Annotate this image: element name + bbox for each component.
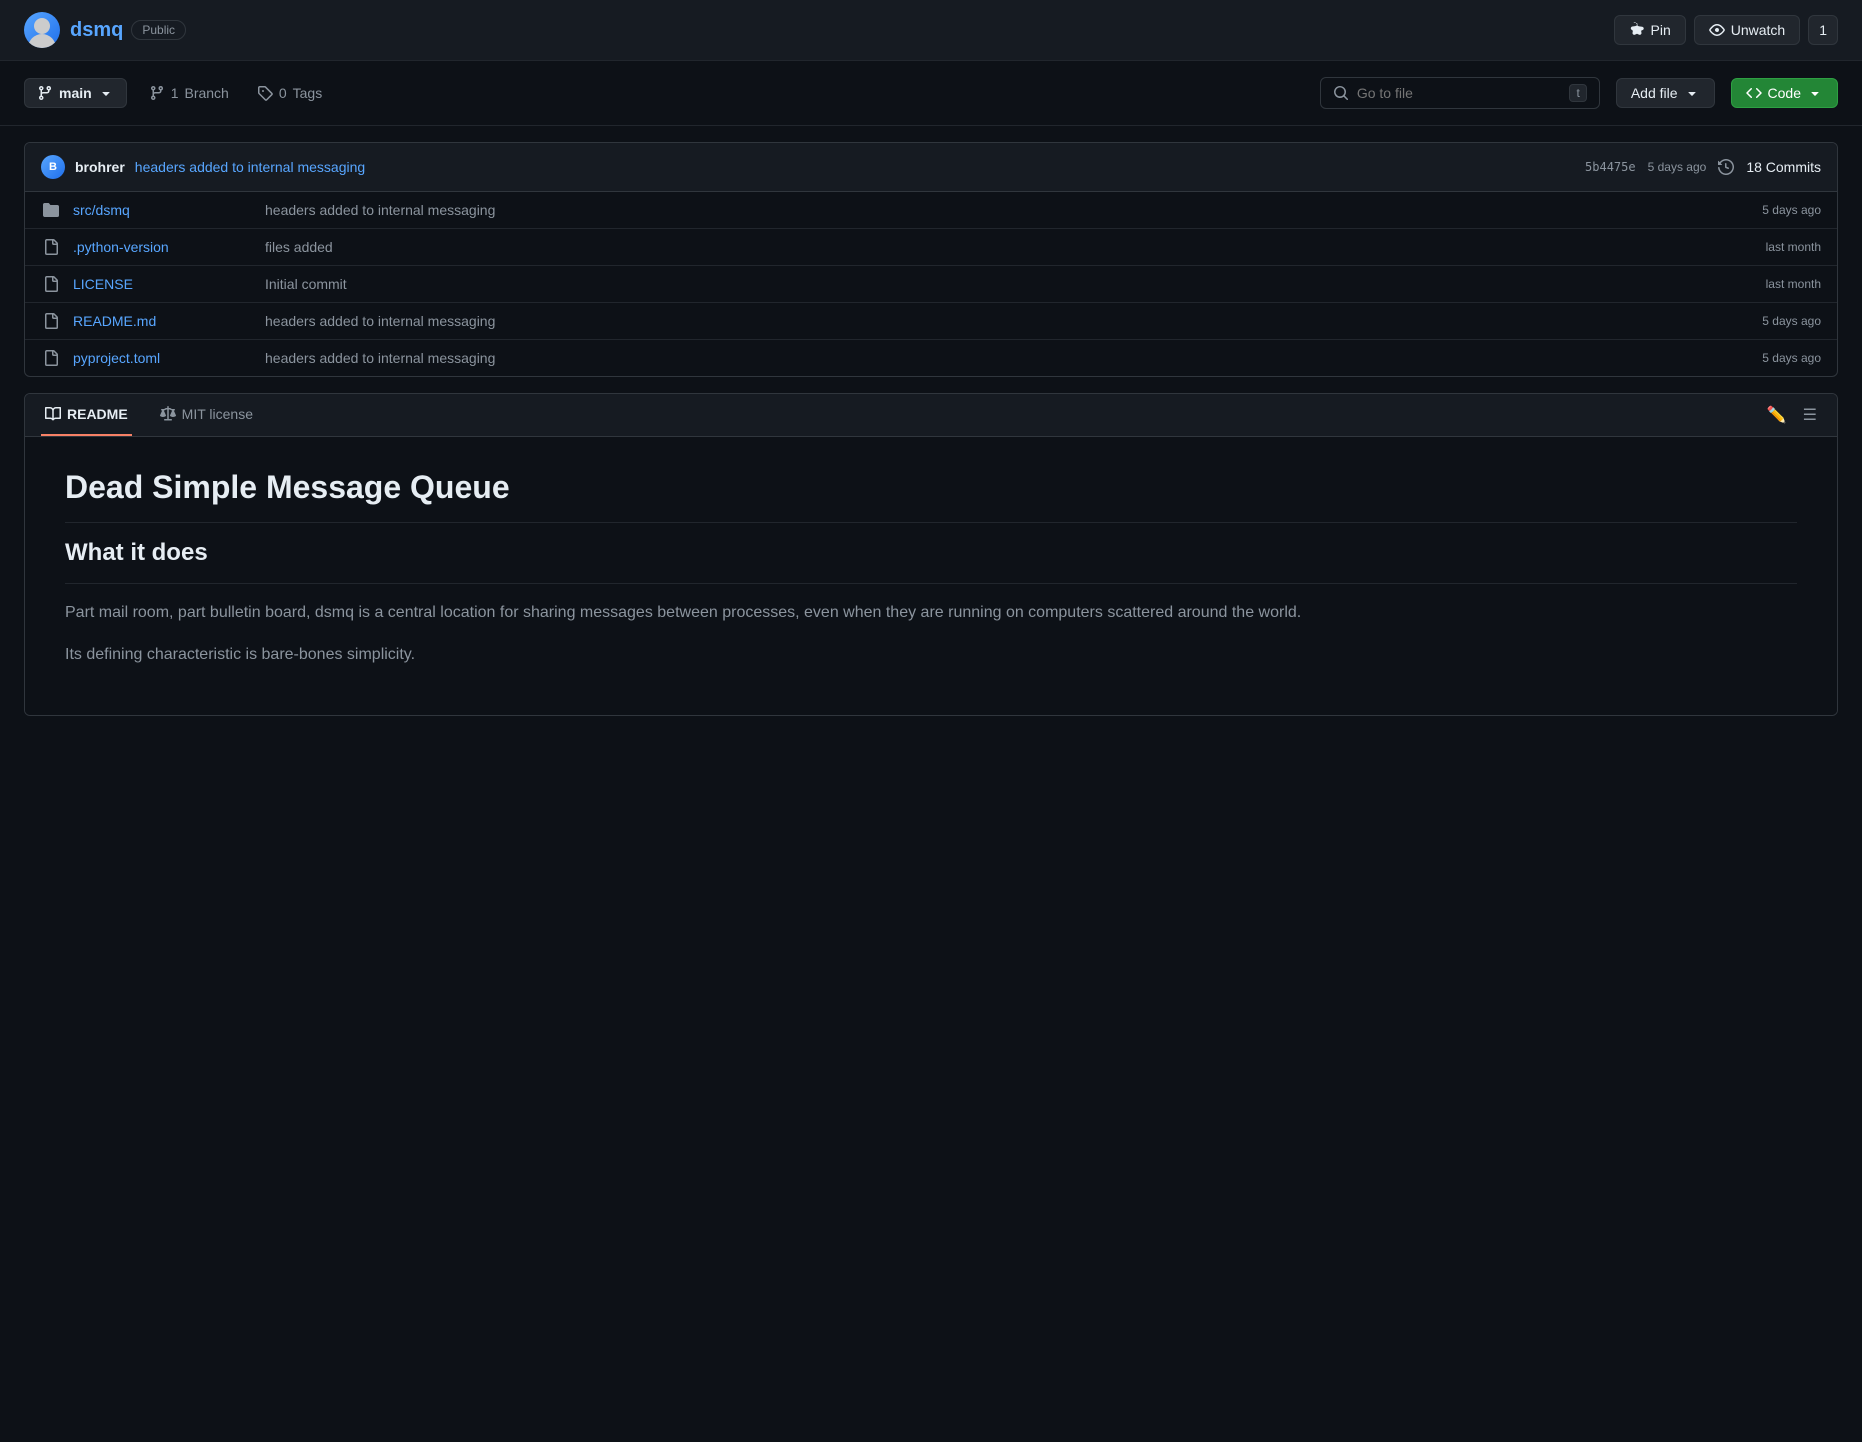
watch-count[interactable]: 1 [1808,15,1838,45]
file-commit-message: files added [265,239,1709,255]
file-icon [41,313,61,329]
file-commit-message: headers added to internal messaging [265,313,1709,329]
readme-description-2: Its defining characteristic is bare-bone… [65,642,1797,668]
mit-license-tab-label: MIT license [182,406,253,422]
readme-tab-label: README [67,406,128,422]
add-file-button[interactable]: Add file [1616,78,1715,108]
readme-divider-1 [65,522,1797,523]
file-name[interactable]: LICENSE [73,276,253,292]
readme-tabs: README MIT license ✏️ ☰ [25,394,1837,437]
tag-icon [257,85,273,101]
search-shortcut: t [1569,84,1586,102]
branches-label: Branch [184,85,228,101]
toolbar: main 1 Branch 0 Tags t Add file [0,61,1862,126]
file-time: 5 days ago [1721,314,1821,328]
branches-link[interactable]: 1 Branch [143,81,235,105]
toc-button[interactable]: ☰ [1799,401,1821,429]
commit-message-link[interactable]: headers added to internal messaging [135,159,365,175]
table-row: .python-version files added last month [25,229,1837,266]
search-bar[interactable]: t [1320,77,1600,109]
file-name[interactable]: README.md [73,313,253,329]
history-icon [1718,159,1734,175]
table-row: README.md headers added to internal mess… [25,303,1837,340]
code-button[interactable]: Code [1731,78,1838,108]
tags-count: 0 [279,85,287,101]
code-label: Code [1768,85,1801,101]
branch-selector[interactable]: main [24,78,127,108]
file-commit-message: Initial commit [265,276,1709,292]
edit-readme-button[interactable]: ✏️ [1763,401,1791,429]
readme-divider-2 [65,583,1797,584]
law-icon [160,406,176,422]
tab-readme[interactable]: README [41,394,132,436]
table-row: LICENSE Initial commit last month [25,266,1837,303]
readme-tab-actions: ✏️ ☰ [1763,401,1821,429]
branches-count: 1 [171,85,179,101]
header-actions: Pin Unwatch 1 [1614,15,1839,45]
pin-icon [1629,22,1645,38]
unwatch-button[interactable]: Unwatch [1694,15,1800,45]
tags-label: Tags [293,85,323,101]
search-input[interactable] [1357,85,1562,101]
unwatch-label: Unwatch [1731,22,1785,38]
folder-icon [41,202,61,218]
pin-label: Pin [1651,22,1671,38]
file-name[interactable]: src/dsmq [73,202,253,218]
file-name[interactable]: pyproject.toml [73,350,253,366]
eye-icon [1709,22,1725,38]
add-file-label: Add file [1631,85,1678,101]
table-row: src/dsmq headers added to internal messa… [25,192,1837,229]
file-time: last month [1721,240,1821,254]
readme-what-it-does-heading: What it does [65,539,1797,567]
search-icon [1333,85,1349,101]
file-table: B brohrer headers added to internal mess… [24,142,1838,377]
commit-author-avatar: B [41,155,65,179]
file-name[interactable]: .python-version [73,239,253,255]
book-icon [45,406,61,422]
table-row: pyproject.toml headers added to internal… [25,340,1837,376]
tab-mit-license[interactable]: MIT license [156,394,257,436]
file-time: 5 days ago [1721,351,1821,365]
commit-header-row: B brohrer headers added to internal mess… [25,143,1837,192]
add-file-chevron-icon [1684,85,1700,101]
readme-section: README MIT license ✏️ ☰ Dead Simple Mess… [24,393,1838,716]
tags-link[interactable]: 0 Tags [251,81,328,105]
branch-icon [37,85,53,101]
commits-count-link[interactable]: 18 Commits [1746,159,1821,175]
pin-button[interactable]: Pin [1614,15,1686,45]
main-content: B brohrer headers added to internal mess… [0,126,1862,732]
file-time: 5 days ago [1721,203,1821,217]
commit-meta: 5b4475e 5 days ago 18 Commits [1585,159,1821,175]
file-commit-message: headers added to internal messaging [265,350,1709,366]
top-header: dsmq Public Pin Unwatch 1 [0,0,1862,61]
readme-title: Dead Simple Message Queue [65,469,1797,506]
commit-author-name[interactable]: brohrer [75,159,125,175]
readme-content: Dead Simple Message Queue What it does P… [25,437,1837,715]
commit-time: 5 days ago [1648,160,1707,174]
file-commit-message: headers added to internal messaging [265,202,1709,218]
file-icon [41,239,61,255]
file-icon [41,350,61,366]
code-icon [1746,85,1762,101]
branch-name: main [59,85,92,101]
branches-icon [149,85,165,101]
repo-name[interactable]: dsmq [70,19,123,42]
code-chevron-icon [1807,85,1823,101]
visibility-badge: Public [131,20,186,40]
file-icon [41,276,61,292]
avatar [24,12,60,48]
chevron-down-icon [98,85,114,101]
file-time: last month [1721,277,1821,291]
file-rows: src/dsmq headers added to internal messa… [25,192,1837,376]
commit-hash[interactable]: 5b4475e [1585,160,1636,174]
readme-description-1: Part mail room, part bulletin board, dsm… [65,600,1797,626]
